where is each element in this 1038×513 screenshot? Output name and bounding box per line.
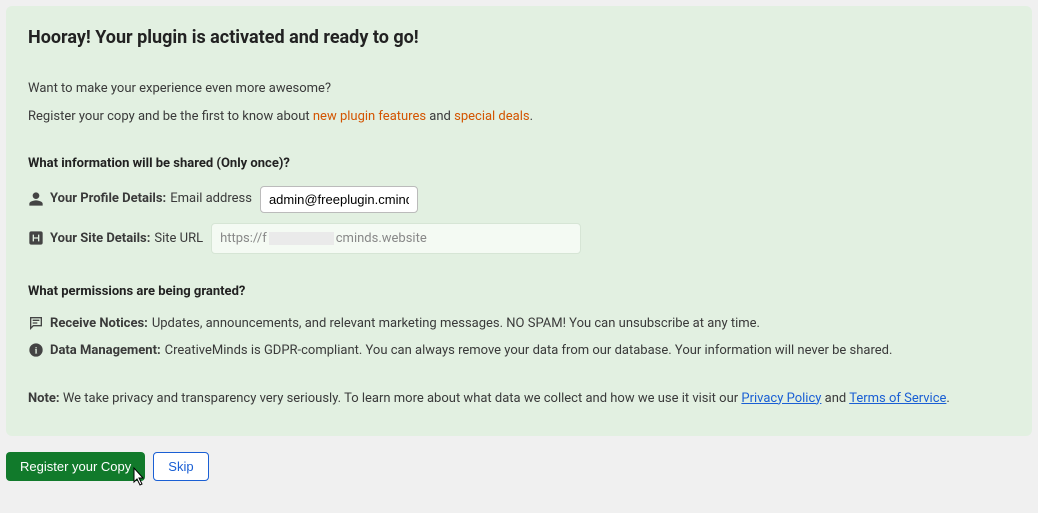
- page-title: Hooray! Your plugin is activated and rea…: [28, 24, 1010, 51]
- profile-label: Your Profile Details:: [50, 189, 166, 209]
- button-row: Register your Copy Skip: [0, 436, 1038, 481]
- message-icon: [28, 315, 44, 331]
- site-url-redacted: [269, 232, 334, 245]
- perm-section-heading: What permissions are being granted?: [28, 282, 1010, 302]
- note-line: Note: We take privacy and transparency v…: [28, 389, 1010, 409]
- perm-notices-label: Receive Notices:: [50, 316, 148, 331]
- email-field[interactable]: [260, 186, 418, 213]
- site-url-pre: https://f: [220, 229, 267, 249]
- link-special-deals[interactable]: special deals: [454, 109, 530, 124]
- svg-text:i: i: [35, 346, 38, 356]
- perm-data-row: i Data Management: CreativeMinds is GDPR-…: [28, 341, 1010, 361]
- profile-sub: Email address: [170, 189, 252, 209]
- perm-notices-row: Receive Notices: Updates, announcements, …: [28, 314, 1010, 334]
- site-icon: [28, 230, 44, 246]
- profile-row: Your Profile Details: Email address: [28, 186, 1010, 213]
- note-label: Note:: [28, 391, 60, 406]
- intro-question: Want to make your experience even more a…: [28, 79, 1010, 99]
- link-tos[interactable]: Terms of Service: [849, 391, 946, 406]
- skip-button[interactable]: Skip: [153, 452, 208, 481]
- intro-text-mid: and: [426, 109, 454, 124]
- note-text: We take privacy and transparency very se…: [60, 391, 742, 406]
- register-button[interactable]: Register your Copy: [6, 452, 145, 481]
- site-url-field[interactable]: https://f cminds.website: [211, 223, 581, 255]
- notice-panel: Hooray! Your plugin is activated and rea…: [6, 6, 1032, 436]
- link-new-features[interactable]: new plugin features: [313, 109, 426, 124]
- perm-data-text: CreativeMinds is GDPR-compliant. You can…: [165, 343, 893, 358]
- intro-register-line: Register your copy and be the first to k…: [28, 107, 1010, 127]
- site-row: Your Site Details: Site URL https://f cm…: [28, 223, 1010, 255]
- shared-section-heading: What information will be shared (Only on…: [28, 154, 1010, 174]
- intro-text-pre: Register your copy and be the first to k…: [28, 109, 313, 124]
- link-privacy-policy[interactable]: Privacy Policy: [741, 391, 821, 406]
- perm-notices-text: Updates, announcements, and relevant mar…: [152, 316, 760, 331]
- site-label: Your Site Details:: [50, 229, 150, 249]
- info-icon: i: [28, 342, 44, 358]
- perm-data-label: Data Management:: [50, 343, 161, 358]
- note-mid: and: [821, 391, 849, 406]
- note-end: .: [946, 391, 949, 406]
- site-sub: Site URL: [154, 229, 203, 249]
- intro-text-end: .: [530, 109, 533, 124]
- site-url-post: cminds.website: [336, 229, 427, 249]
- user-icon: [28, 191, 44, 207]
